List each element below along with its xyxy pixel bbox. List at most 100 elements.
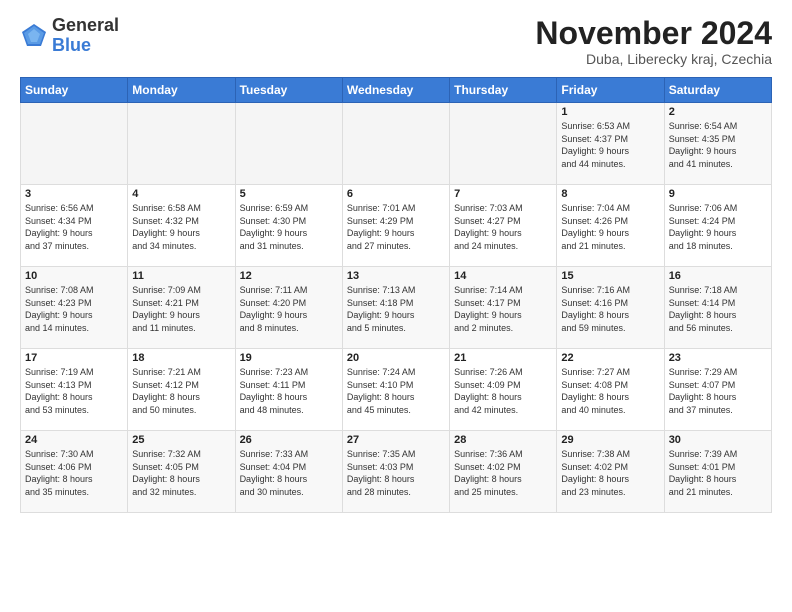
day-number: 14 — [454, 270, 552, 282]
day-number: 10 — [25, 270, 123, 282]
day-number: 8 — [561, 188, 659, 200]
day-number: 18 — [132, 352, 230, 364]
calendar-cell: 15Sunrise: 7:16 AM Sunset: 4:16 PM Dayli… — [557, 267, 664, 349]
calendar-table: SundayMondayTuesdayWednesdayThursdayFrid… — [20, 77, 772, 513]
calendar-cell: 13 Sunrise: 7:13 AM Sunset: 4:18 PM Dayli… — [342, 267, 449, 349]
calendar-cell — [450, 103, 557, 185]
calendar-cell: 25 Sunrise: 7:32 AM Sunset: 4:05 PM Dayli… — [128, 431, 235, 513]
title-area: November 2024 Duba, Liberecky kraj, Czec… — [535, 16, 772, 67]
day-info: Sunrise: 7:09 AM Sunset: 4:21 PM Dayligh… — [132, 284, 230, 334]
day-info: Sunrise: 7:08 AM Sunset: 4:23 PM Dayligh… — [25, 284, 123, 334]
day-info: Sunrise: 7:14 AM Sunset: 4:17 PM Dayligh… — [454, 284, 552, 334]
calendar-week-4: 17 Sunrise: 7:19 AM Sunset: 4:13 PM Dayli… — [21, 349, 772, 431]
calendar-cell: 27Sunrise: 7:35 AM Sunset: 4:03 PM Dayli… — [342, 431, 449, 513]
day-info: Sunrise: 7:21 AM Sunset: 4:12 PM Dayligh… — [132, 366, 230, 416]
calendar-cell: 14 Sunrise: 7:14 AM Sunset: 4:17 PM Dayli… — [450, 267, 557, 349]
calendar-cell: 21 Sunrise: 7:26 AM Sunset: 4:09 PM Dayli… — [450, 349, 557, 431]
calendar-cell: 26Sunrise: 7:33 AM Sunset: 4:04 PM Dayli… — [235, 431, 342, 513]
calendar-week-5: 24 Sunrise: 7:30 AM Sunset: 4:06 PM Dayli… — [21, 431, 772, 513]
day-info: Sunrise: 7:06 AM Sunset: 4:24 PM Dayligh… — [669, 202, 767, 252]
calendar-cell: 1Sunrise: 6:53 AM Sunset: 4:37 PM Daylig… — [557, 103, 664, 185]
day-number: 5 — [240, 188, 338, 200]
day-number: 30 — [669, 434, 767, 446]
day-info: Sunrise: 7:24 AM Sunset: 4:10 PM Dayligh… — [347, 366, 445, 416]
day-number: 29 — [561, 434, 659, 446]
day-info: Sunrise: 7:35 AM Sunset: 4:03 PM Dayligh… — [347, 448, 445, 498]
calendar-week-2: 3 Sunrise: 6:56 AM Sunset: 4:34 PM Daylig… — [21, 185, 772, 267]
calendar-cell: 29Sunrise: 7:38 AM Sunset: 4:02 PM Dayli… — [557, 431, 664, 513]
day-info: Sunrise: 7:39 AM Sunset: 4:01 PM Dayligh… — [669, 448, 767, 498]
day-number: 13 — [347, 270, 445, 282]
calendar-cell: 8 Sunrise: 7:04 AM Sunset: 4:26 PM Daylig… — [557, 185, 664, 267]
day-number: 15 — [561, 270, 659, 282]
calendar-header-tuesday: Tuesday — [235, 78, 342, 103]
calendar-cell — [342, 103, 449, 185]
calendar-cell — [235, 103, 342, 185]
day-number: 21 — [454, 352, 552, 364]
day-number: 24 — [25, 434, 123, 446]
calendar-cell: 23Sunrise: 7:29 AM Sunset: 4:07 PM Dayli… — [664, 349, 771, 431]
calendar-week-1: 1Sunrise: 6:53 AM Sunset: 4:37 PM Daylig… — [21, 103, 772, 185]
day-number: 28 — [454, 434, 552, 446]
day-info: Sunrise: 7:04 AM Sunset: 4:26 PM Dayligh… — [561, 202, 659, 252]
logo-icon — [20, 22, 48, 50]
day-info: Sunrise: 6:53 AM Sunset: 4:37 PM Dayligh… — [561, 120, 659, 170]
day-number: 12 — [240, 270, 338, 282]
calendar-header-monday: Monday — [128, 78, 235, 103]
calendar-cell — [128, 103, 235, 185]
logo-general-text: General — [52, 15, 119, 35]
day-info: Sunrise: 7:33 AM Sunset: 4:04 PM Dayligh… — [240, 448, 338, 498]
day-info: Sunrise: 7:23 AM Sunset: 4:11 PM Dayligh… — [240, 366, 338, 416]
day-info: Sunrise: 7:26 AM Sunset: 4:09 PM Dayligh… — [454, 366, 552, 416]
logo-text: General Blue — [52, 16, 119, 56]
day-number: 2 — [669, 106, 767, 118]
calendar-cell: 28 Sunrise: 7:36 AM Sunset: 4:02 PM Dayli… — [450, 431, 557, 513]
day-info: Sunrise: 7:13 AM Sunset: 4:18 PM Dayligh… — [347, 284, 445, 334]
calendar-header-sunday: Sunday — [21, 78, 128, 103]
calendar-cell: 24 Sunrise: 7:30 AM Sunset: 4:06 PM Dayli… — [21, 431, 128, 513]
day-number: 25 — [132, 434, 230, 446]
calendar-cell: 16 Sunrise: 7:18 AM Sunset: 4:14 PM Dayli… — [664, 267, 771, 349]
calendar-cell: 17 Sunrise: 7:19 AM Sunset: 4:13 PM Dayli… — [21, 349, 128, 431]
day-number: 9 — [669, 188, 767, 200]
day-number: 20 — [347, 352, 445, 364]
calendar-cell — [21, 103, 128, 185]
calendar-cell: 7Sunrise: 7:03 AM Sunset: 4:27 PM Daylig… — [450, 185, 557, 267]
day-info: Sunrise: 7:36 AM Sunset: 4:02 PM Dayligh… — [454, 448, 552, 498]
calendar-cell: 30 Sunrise: 7:39 AM Sunset: 4:01 PM Dayli… — [664, 431, 771, 513]
logo: General Blue — [20, 16, 119, 56]
day-info: Sunrise: 7:32 AM Sunset: 4:05 PM Dayligh… — [132, 448, 230, 498]
header: General Blue November 2024 Duba, Liberec… — [20, 16, 772, 67]
day-number: 7 — [454, 188, 552, 200]
day-info: Sunrise: 7:18 AM Sunset: 4:14 PM Dayligh… — [669, 284, 767, 334]
day-info: Sunrise: 7:30 AM Sunset: 4:06 PM Dayligh… — [25, 448, 123, 498]
day-info: Sunrise: 6:59 AM Sunset: 4:30 PM Dayligh… — [240, 202, 338, 252]
day-number: 17 — [25, 352, 123, 364]
day-number: 22 — [561, 352, 659, 364]
calendar-cell: 10 Sunrise: 7:08 AM Sunset: 4:23 PM Dayli… — [21, 267, 128, 349]
calendar-cell: 5 Sunrise: 6:59 AM Sunset: 4:30 PM Daylig… — [235, 185, 342, 267]
calendar-header-wednesday: Wednesday — [342, 78, 449, 103]
calendar-week-3: 10 Sunrise: 7:08 AM Sunset: 4:23 PM Dayli… — [21, 267, 772, 349]
calendar-cell: 11Sunrise: 7:09 AM Sunset: 4:21 PM Dayli… — [128, 267, 235, 349]
day-info: Sunrise: 6:56 AM Sunset: 4:34 PM Dayligh… — [25, 202, 123, 252]
day-info: Sunrise: 7:11 AM Sunset: 4:20 PM Dayligh… — [240, 284, 338, 334]
page: General Blue November 2024 Duba, Liberec… — [0, 0, 792, 612]
day-number: 23 — [669, 352, 767, 364]
day-info: Sunrise: 7:01 AM Sunset: 4:29 PM Dayligh… — [347, 202, 445, 252]
calendar-header-friday: Friday — [557, 78, 664, 103]
logo-blue-text: Blue — [52, 35, 91, 55]
calendar-cell: 22 Sunrise: 7:27 AM Sunset: 4:08 PM Dayli… — [557, 349, 664, 431]
calendar-cell: 4 Sunrise: 6:58 AM Sunset: 4:32 PM Daylig… — [128, 185, 235, 267]
day-number: 3 — [25, 188, 123, 200]
day-number: 4 — [132, 188, 230, 200]
day-info: Sunrise: 7:27 AM Sunset: 4:08 PM Dayligh… — [561, 366, 659, 416]
calendar-header-saturday: Saturday — [664, 78, 771, 103]
day-info: Sunrise: 7:19 AM Sunset: 4:13 PM Dayligh… — [25, 366, 123, 416]
day-info: Sunrise: 6:58 AM Sunset: 4:32 PM Dayligh… — [132, 202, 230, 252]
day-number: 16 — [669, 270, 767, 282]
day-number: 19 — [240, 352, 338, 364]
calendar-cell: 19 Sunrise: 7:23 AM Sunset: 4:11 PM Dayli… — [235, 349, 342, 431]
calendar-cell: 20 Sunrise: 7:24 AM Sunset: 4:10 PM Dayli… — [342, 349, 449, 431]
calendar-cell: 12 Sunrise: 7:11 AM Sunset: 4:20 PM Dayli… — [235, 267, 342, 349]
